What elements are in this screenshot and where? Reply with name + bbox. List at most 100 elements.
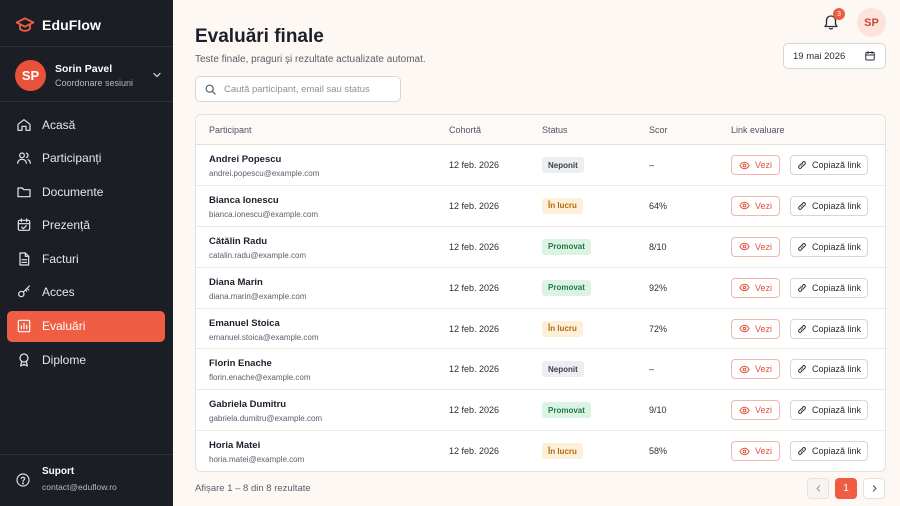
chevron-left-icon <box>815 485 820 492</box>
participant-name: Florin Enache <box>209 358 272 370</box>
copy-link-label: Copiază link <box>811 446 862 457</box>
view-button[interactable]: Vezi <box>731 155 780 175</box>
status-badge: În lucru <box>542 443 583 460</box>
search-input[interactable] <box>224 83 394 95</box>
user-role: Coordonare sesiuni <box>55 77 134 88</box>
sidebar-item-prezenta[interactable]: Prezență <box>7 210 165 241</box>
table-row: Diana Marin diana.marin@example.com 12 f… <box>196 268 885 309</box>
calendar-icon <box>865 51 875 61</box>
column-header-status[interactable]: Status <box>542 125 568 135</box>
copy-link-label: Copiază link <box>811 200 862 211</box>
brand-name: EduFlow <box>42 17 102 33</box>
copy-link-button[interactable]: Copiază link <box>790 236 868 257</box>
view-button[interactable]: Vezi <box>731 236 780 257</box>
help-icon <box>16 473 30 487</box>
column-header-link: Link evaluare <box>731 125 785 135</box>
invoice-icon <box>19 252 30 266</box>
support-title: Suport <box>42 466 75 477</box>
copy-link-label: Copiază link <box>811 282 862 293</box>
cohort-date: 12 feb. 2026 <box>449 405 500 416</box>
view-label: Vezi <box>754 200 772 211</box>
participant-name: Diana Marin <box>209 276 263 288</box>
copy-link-button[interactable]: Copiază link <box>790 318 868 339</box>
table-row: Horia Matei horia.matei@example.com 12 f… <box>196 431 885 471</box>
status-badge: Neponit <box>542 157 584 173</box>
link-icon <box>798 242 806 251</box>
support-link[interactable]: Suport contact@eduflow.ro <box>15 466 117 492</box>
participant-name: Horia Matei <box>209 440 261 452</box>
view-button[interactable]: Vezi <box>731 359 780 380</box>
status-badge: Promovat <box>542 402 591 419</box>
eye-icon <box>739 243 750 251</box>
copy-link-button[interactable]: Copiază link <box>790 277 868 298</box>
column-header-participant[interactable]: Participant <box>209 125 252 135</box>
sidebar-item-participanti[interactable]: Participanți <box>7 143 165 174</box>
view-label: Vezi <box>754 241 772 252</box>
view-button[interactable]: Vezi <box>731 441 780 462</box>
eye-icon <box>739 161 750 169</box>
chart-icon <box>17 319 31 333</box>
view-label: Vezi <box>754 282 772 293</box>
table-row: Florin Enache florin.enache@example.com … <box>196 349 885 391</box>
table-body: Andrei Popescu andrei.popescu@example.co… <box>196 145 885 471</box>
copy-link-button[interactable]: Copiază link <box>790 359 868 380</box>
chevron-down-icon[interactable] <box>151 69 163 81</box>
cohort-date: 12 feb. 2026 <box>449 282 500 293</box>
chevron-right-icon <box>872 485 877 492</box>
sidebar-item-acces[interactable]: Acces <box>7 277 165 308</box>
copy-link-button[interactable]: Copiază link <box>790 195 868 216</box>
score-value: 9/10 <box>649 405 667 416</box>
column-header-score[interactable]: Scor <box>649 125 668 135</box>
sidebar-item-facturi[interactable]: Facturi <box>7 243 165 274</box>
participant-name: Bianca Ionescu <box>209 194 279 206</box>
page-button-current[interactable]: 1 <box>835 478 857 499</box>
participant-name: Cătălin Radu <box>209 235 268 247</box>
brand[interactable]: EduFlow <box>15 14 101 36</box>
copy-link-button[interactable]: Copiază link <box>790 400 868 421</box>
score-value: – <box>649 160 655 170</box>
date-picker[interactable]: 19 mai 2026 <box>783 43 886 69</box>
view-button[interactable]: Vezi <box>731 195 780 216</box>
support-email: contact@eduflow.ro <box>42 482 117 492</box>
column-header-cohort[interactable]: Cohortă <box>449 125 481 135</box>
sidebar-item-label: Evaluări <box>42 319 86 334</box>
sidebar: EduFlow SP Sorin Pavel Coordonare sesiun… <box>0 0 173 506</box>
view-label: Vezi <box>754 405 772 416</box>
participant-email: diana.marin@example.com <box>209 291 307 301</box>
view-button[interactable]: Vezi <box>731 318 780 339</box>
sidebar-item-diplome[interactable]: Diplome <box>7 344 165 375</box>
cohort-date: 12 feb. 2026 <box>449 160 500 170</box>
user-menu[interactable]: SP Sorin Pavel Coordonare sesiuni <box>15 59 163 91</box>
eye-icon <box>739 283 750 292</box>
prev-page-button[interactable] <box>807 478 829 499</box>
calendar-check-icon <box>17 218 31 232</box>
sidebar-item-evaluari[interactable]: Evaluări <box>7 310 165 342</box>
link-icon <box>798 406 806 415</box>
copy-link-button[interactable]: Copiază link <box>790 441 868 462</box>
participant-name: Gabriela Dumitru <box>209 399 287 411</box>
search-box[interactable] <box>195 76 401 102</box>
search-icon <box>205 84 216 95</box>
participant-email: andrei.popescu@example.com <box>209 169 320 178</box>
sidebar-item-label: Acasă <box>42 117 76 132</box>
cohort-date: 12 feb. 2026 <box>449 323 500 334</box>
sidebar-nav: Acasă Participanți Documente Prezență Fa… <box>7 109 165 378</box>
status-badge: În lucru <box>542 320 583 337</box>
copy-link-button[interactable]: Copiază link <box>790 155 868 175</box>
avatar[interactable]: SP <box>857 8 886 37</box>
participant-name: Andrei Popescu <box>209 154 282 165</box>
view-button[interactable]: Vezi <box>731 400 780 421</box>
next-page-button[interactable] <box>863 478 885 499</box>
sidebar-item-label: Acces <box>42 285 75 300</box>
participant-email: emanuel.stoica@example.com <box>209 332 319 342</box>
sidebar-item-documente[interactable]: Documente <box>7 176 165 207</box>
participant-email: catalin.radu@example.com <box>209 250 307 260</box>
view-button[interactable]: Vezi <box>731 277 780 298</box>
table-row: Bianca Ionescu bianca.ionescu@example.co… <box>196 186 885 227</box>
participant-name: Emanuel Stoica <box>209 317 280 329</box>
folder-icon <box>17 187 31 197</box>
cohort-date: 12 feb. 2026 <box>449 364 500 375</box>
copy-link-label: Copiază link <box>811 160 862 170</box>
sidebar-item-acasa[interactable]: Acasă <box>7 109 165 140</box>
score-value: 64% <box>649 200 668 211</box>
